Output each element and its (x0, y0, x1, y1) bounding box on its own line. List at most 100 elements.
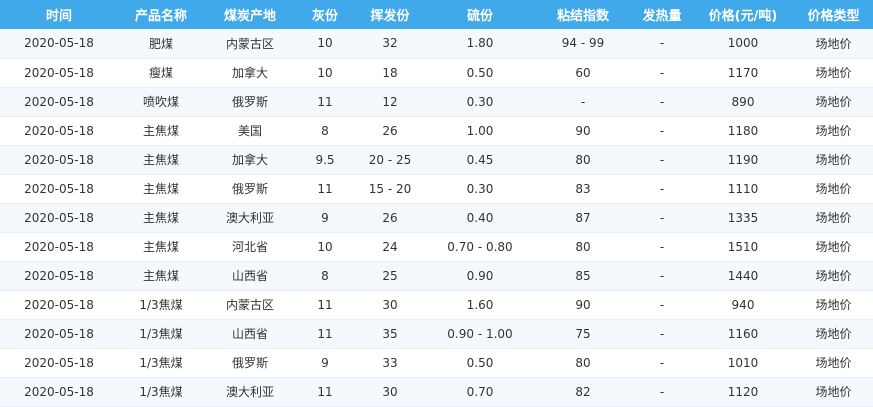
time-cell: 2020-05-18 (0, 145, 118, 175)
sulfur-cell: 0.45 (426, 145, 534, 175)
calorific-cell: - (632, 203, 692, 233)
header-price: 价格(元/吨) (708, 9, 778, 24)
sulfur-cell: 0.50 (426, 58, 534, 88)
price-type-cell: 场地价 (794, 348, 873, 378)
origin-cell: 澳大利亚 (204, 203, 296, 233)
origin-cell: 内蒙古区 (204, 29, 296, 59)
ash-cell: 10 (296, 29, 354, 59)
origin-cell: 内蒙古区 (204, 290, 296, 320)
table-row: 2020-05-18 1/3焦煤 山西省 11 35 0.90 - 1.00 75-1160… (0, 319, 873, 349)
product-name-cell: 喷吹煤 (118, 87, 204, 117)
table-row: 2020-05-18 主焦煤 澳大利亚 9 26 0.40 87-1335 场地价 (0, 203, 873, 233)
volatile-cell: 25 (354, 261, 426, 291)
ash-cell: 9 (296, 203, 354, 233)
caking-index-cell: 60 (534, 58, 632, 88)
origin-cell: 加拿大 (204, 145, 296, 175)
volatile-cell: 26 (354, 203, 426, 233)
table-row: 2020-05-18 主焦煤 俄罗斯 11 15 - 20 0.30 83-1110 场地价 (0, 174, 873, 204)
ash-cell: 10 (296, 232, 354, 262)
sulfur-cell: 1.80 (426, 29, 534, 59)
table-row: 2020-05-18 喷吹煤 俄罗斯 11 12 0.30- -890 场地价 (0, 87, 873, 117)
calorific-cell: - (632, 29, 692, 59)
caking-index-cell: 85 (534, 261, 632, 291)
origin-cell: 俄罗斯 (204, 87, 296, 117)
volatile-cell: 24 (354, 232, 426, 262)
origin-cell: 加拿大 (204, 58, 296, 88)
header-origin: 煤炭产地 (223, 9, 276, 24)
price-type-cell: 场地价 (794, 290, 873, 320)
ash-cell: 8 (296, 261, 354, 291)
price-type-cell: 场地价 (794, 232, 873, 262)
header-price-type: 价格类型 (807, 9, 860, 24)
product-name-cell: 主焦煤 (118, 116, 204, 146)
origin-cell: 俄罗斯 (204, 348, 296, 378)
product-name-cell: 瘦煤 (118, 58, 204, 88)
price-type-cell: 场地价 (794, 58, 873, 88)
ash-cell: 11 (296, 290, 354, 320)
origin-cell: 美国 (204, 116, 296, 146)
calorific-cell: - (632, 174, 692, 204)
time-cell: 2020-05-18 (0, 58, 118, 88)
product-name-cell: 1/3焦煤 (118, 348, 204, 378)
price-cell: 1160 (692, 319, 794, 349)
caking-index-cell: 83 (534, 174, 632, 204)
volatile-cell: 20 - 25 (354, 145, 426, 175)
time-cell: 2020-05-18 (0, 116, 118, 146)
product-name-cell: 1/3焦煤 (118, 290, 204, 320)
volatile-cell: 35 (354, 319, 426, 349)
time-cell: 2020-05-18 (0, 261, 118, 291)
caking-index-cell: 80 (534, 232, 632, 262)
header-product-name: 产品名称 (134, 9, 187, 24)
time-cell: 2020-05-18 (0, 174, 118, 204)
header-volatile: 挥发份 (370, 9, 410, 24)
calorific-cell: - (632, 116, 692, 146)
table-row: 2020-05-18 主焦煤 美国 8 26 1.00 90-1180 场地价 (0, 116, 873, 146)
price-type-cell: 场地价 (794, 261, 873, 291)
sulfur-cell: 0.50 (426, 348, 534, 378)
header-ash: 灰份 (311, 9, 338, 24)
caking-index-cell: 94 - 99 (534, 29, 632, 59)
price-type-cell: 场地价 (794, 87, 873, 117)
price-cell: 890 (692, 87, 794, 117)
price-type-cell: 场地价 (794, 29, 873, 59)
table-row: 2020-05-18 主焦煤 河北省 10 24 0.70 - 0.80 80-1510 场地… (0, 232, 873, 262)
product-name-cell: 1/3焦煤 (118, 319, 204, 349)
origin-cell: 山西省 (204, 319, 296, 349)
volatile-cell: 15 - 20 (354, 174, 426, 204)
ash-cell: 11 (296, 174, 354, 204)
origin-cell: 俄罗斯 (204, 174, 296, 204)
product-name-cell: 主焦煤 (118, 145, 204, 175)
header-calorific: 发热量 (642, 9, 682, 24)
product-name-cell: 主焦煤 (118, 203, 204, 233)
table-row: 2020-05-18 主焦煤 山西省 8 25 0.90 85-1440 场地价 (0, 261, 873, 291)
price-cell: 1440 (692, 261, 794, 291)
price-type-cell: 场地价 (794, 319, 873, 349)
ash-cell: 9.5 (296, 145, 354, 175)
ash-cell: 8 (296, 116, 354, 146)
product-name-cell: 主焦煤 (118, 261, 204, 291)
price-cell: 1510 (692, 232, 794, 262)
ash-cell: 11 (296, 319, 354, 349)
origin-cell: 山西省 (204, 261, 296, 291)
caking-index-cell: - (534, 87, 632, 117)
calorific-cell: - (632, 261, 692, 291)
volatile-cell: 26 (354, 116, 426, 146)
volatile-cell: 32 (354, 29, 426, 59)
ash-cell: 9 (296, 348, 354, 378)
sulfur-cell: 0.30 (426, 174, 534, 204)
caking-index-cell: 80 (534, 145, 632, 175)
calorific-cell: - (632, 58, 692, 88)
coal-price-table: 时间 产品名称 煤炭产地 灰份 挥发份 硫份 粘结指数 发热量 价格(元/吨) … (0, 0, 873, 407)
price-type-cell: 场地价 (794, 145, 873, 175)
price-type-cell: 场地价 (794, 203, 873, 233)
time-cell: 2020-05-18 (0, 232, 118, 262)
ash-cell: 10 (296, 58, 354, 88)
calorific-cell: - (632, 319, 692, 349)
header-sulfur: 硫份 (466, 9, 493, 24)
price-cell: 1010 (692, 348, 794, 378)
sulfur-cell: 0.90 - 1.00 (426, 319, 534, 349)
time-cell: 2020-05-18 (0, 290, 118, 320)
time-cell: 2020-05-18 (0, 203, 118, 233)
table-row: 2020-05-18 1/3焦煤 内蒙古区 11 30 1.60 90-940 场地价 (0, 290, 873, 320)
time-cell: 2020-05-18 (0, 319, 118, 349)
